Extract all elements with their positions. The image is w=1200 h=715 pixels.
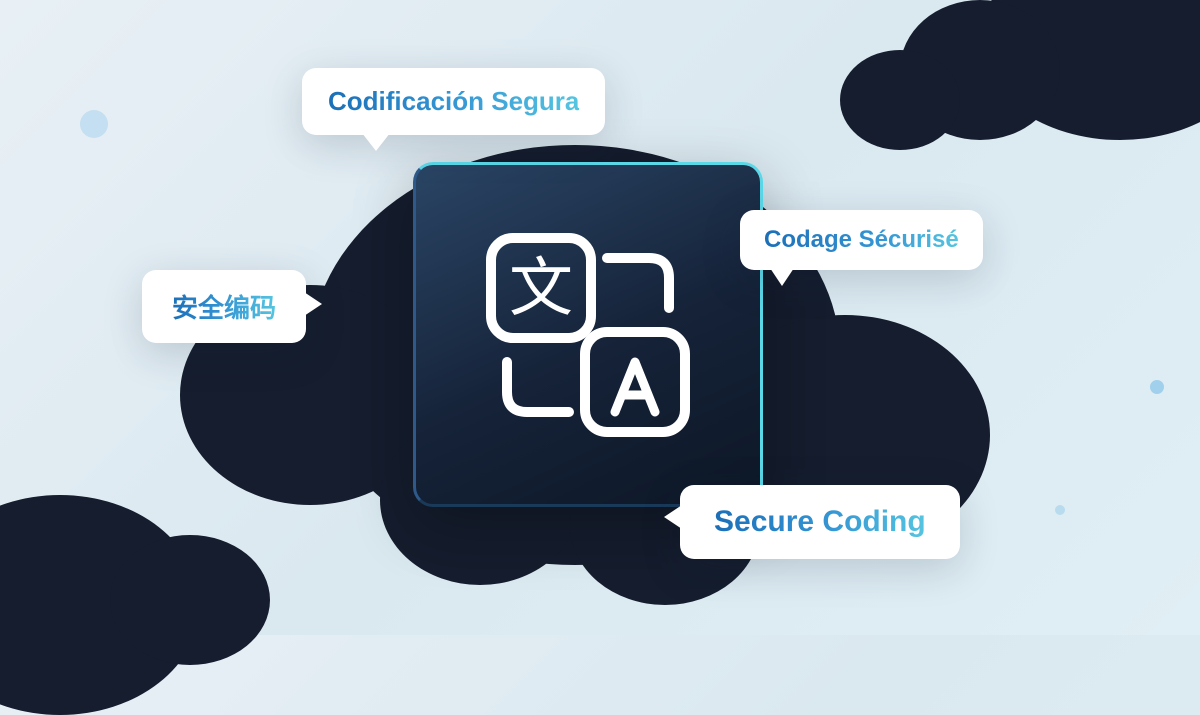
bubble-label: 安全编码 <box>172 293 276 323</box>
speech-bubble-spanish: Codificación Segura <box>302 68 605 135</box>
translation-card: 文 <box>413 162 763 507</box>
decorative-cloud <box>0 495 200 715</box>
svg-text:文: 文 <box>509 252 573 324</box>
bubble-label: Codage Sécurisé <box>764 226 959 253</box>
bubble-label: Codificación Segura <box>328 86 579 116</box>
decorative-dot <box>1150 380 1164 394</box>
bubble-label: Secure Coding <box>714 505 926 538</box>
decorative-dot <box>80 110 108 138</box>
speech-bubble-chinese: 安全编码 <box>142 270 306 343</box>
speech-bubble-english: Secure Coding <box>680 485 960 559</box>
speech-bubble-french: Codage Sécurisé <box>740 210 983 270</box>
decorative-cloud <box>980 0 1200 140</box>
decorative-dot <box>1055 505 1065 515</box>
translate-icon: 文 <box>473 220 703 450</box>
